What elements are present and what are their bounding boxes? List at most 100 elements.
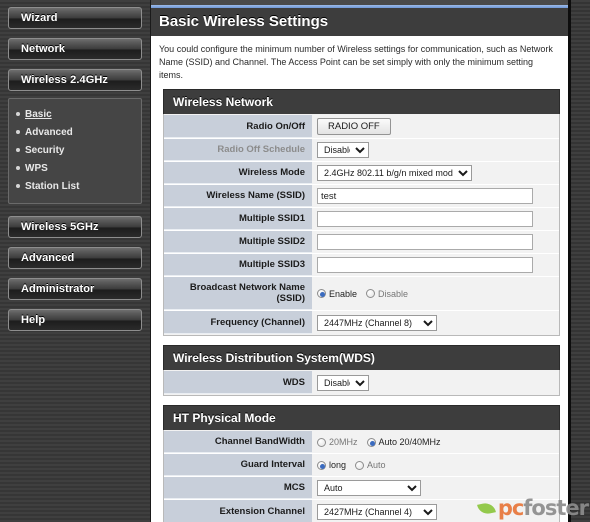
page-description: You could configure the minimum number o… xyxy=(159,44,553,80)
option-label: Enable xyxy=(329,288,358,299)
row-label: MCS xyxy=(164,477,312,499)
sidebar-item-wireless-5ghz[interactable]: Wireless 5GHz xyxy=(8,216,142,238)
row-label: Frequency (Channel) xyxy=(164,311,312,334)
submenu-item-station-list[interactable]: Station List xyxy=(9,178,141,196)
submenu-item-security[interactable]: Security xyxy=(9,142,141,160)
wds-panel: Wireless Distribution System(WDS) WDS Di… xyxy=(163,345,560,396)
multiple-ssid2-input[interactable] xyxy=(317,234,533,250)
right-edge-texture xyxy=(568,0,590,522)
option-label: Auto 20/40MHz xyxy=(378,437,441,447)
settings-content: Wireless Network Radio On/Off RADIO OFF … xyxy=(151,89,568,522)
pcfoster-watermark: pcfoster xyxy=(476,496,589,520)
guard-interval-option-long[interactable]: long xyxy=(317,460,346,470)
row-label-line2: (SSID) xyxy=(276,293,306,304)
row-radio-off-schedule: Radio Off Schedule Disable xyxy=(164,139,559,162)
bullet-icon xyxy=(16,148,20,152)
radio-off-schedule-select[interactable]: Disable xyxy=(317,142,369,158)
submenu-item-advanced[interactable]: Advanced xyxy=(9,124,141,142)
ssid-input[interactable] xyxy=(317,188,533,204)
multiple-ssid1-input[interactable] xyxy=(317,211,533,227)
submenu-item-wps[interactable]: WPS xyxy=(9,160,141,178)
sidebar-item-label: Help xyxy=(21,314,46,326)
extension-channel-select[interactable]: 2427MHz (Channel 4) xyxy=(317,503,437,520)
row-label: Multiple SSID3 xyxy=(164,254,312,276)
option-label: Auto xyxy=(367,460,386,470)
radio-dot-icon xyxy=(317,460,326,470)
row-label: Channel BandWidth xyxy=(164,431,312,453)
row-label: Multiple SSID2 xyxy=(164,231,312,253)
broadcast-ssid-option-enable[interactable]: Enable xyxy=(317,289,357,299)
sidebar: Wizard Network Wireless 2.4GHz Basic Adv… xyxy=(0,0,150,522)
row-label: Wireless Mode xyxy=(164,162,312,184)
leaf-icon xyxy=(476,500,496,516)
channel-bandwidth-radio-group: 20MHz Auto 20/40MHz xyxy=(317,437,441,447)
multiple-ssid3-input[interactable] xyxy=(317,257,533,273)
submenu-item-label: Basic xyxy=(25,109,52,120)
broadcast-ssid-radio-group: Enable Disable xyxy=(317,289,408,299)
sidebar-item-label: Wizard xyxy=(21,12,58,24)
wireless-network-panel: Wireless Network Radio On/Off RADIO OFF … xyxy=(163,89,560,336)
row-wds: WDS Disable xyxy=(164,371,559,394)
submenu-item-label: Security xyxy=(25,145,65,156)
row-label: Extension Channel xyxy=(164,500,312,522)
page-title: Basic Wireless Settings xyxy=(151,8,568,36)
bullet-icon xyxy=(16,166,20,170)
submenu-item-label: Station List xyxy=(25,181,80,192)
watermark-text-foster: foster xyxy=(523,496,589,520)
radio-dot-icon xyxy=(366,437,376,447)
row-label: Wireless Name (SSID) xyxy=(164,185,312,207)
guard-interval-option-auto[interactable]: Auto xyxy=(355,460,386,470)
guard-interval-radio-group: long Auto xyxy=(317,460,386,470)
row-frequency-channel: Frequency (Channel) 2447MHz (Channel 8) xyxy=(164,311,559,334)
sidebar-item-advanced[interactable]: Advanced xyxy=(8,247,142,269)
sidebar-item-administrator[interactable]: Administrator xyxy=(8,278,142,300)
watermark-text-pc: pc xyxy=(497,496,525,520)
frequency-channel-select[interactable]: 2447MHz (Channel 8) xyxy=(317,314,437,331)
row-ssid: Wireless Name (SSID) xyxy=(164,185,559,208)
option-label: 20MHz xyxy=(329,437,358,447)
section-header: Wireless Network xyxy=(163,89,560,114)
channel-bandwidth-option-auto[interactable]: Auto 20/40MHz xyxy=(366,437,441,447)
row-label: WDS xyxy=(164,371,312,394)
wireless-mode-select[interactable]: 2.4GHz 802.11 b/g/n mixed mode xyxy=(317,165,472,181)
sidebar-item-label: Network xyxy=(21,43,66,55)
row-channel-bandwidth: Channel BandWidth 20MHz Auto 20/40MHz xyxy=(164,431,559,454)
broadcast-ssid-option-disable[interactable]: Disable xyxy=(366,289,408,299)
row-wireless-mode: Wireless Mode 2.4GHz 802.11 b/g/n mixed … xyxy=(164,162,559,185)
row-label: Multiple SSID1 xyxy=(164,208,312,230)
radio-dot-icon xyxy=(317,289,326,298)
row-radio-onoff: Radio On/Off RADIO OFF xyxy=(164,115,559,139)
wds-select[interactable]: Disable xyxy=(317,374,369,391)
bullet-icon xyxy=(16,112,20,116)
main-content-panel: Basic Wireless Settings You could config… xyxy=(150,0,568,522)
mcs-select[interactable]: Auto xyxy=(317,480,421,496)
row-label: Radio Off Schedule xyxy=(164,139,312,161)
option-label: Disable xyxy=(378,288,409,299)
radio-dot-icon xyxy=(317,437,326,447)
sidebar-item-wireless-24ghz[interactable]: Wireless 2.4GHz xyxy=(8,69,142,91)
submenu-item-basic[interactable]: Basic xyxy=(9,106,141,124)
sidebar-item-label: Wireless 5GHz xyxy=(21,221,99,233)
option-label: long xyxy=(329,460,347,470)
row-label: Broadcast Network Name (SSID) xyxy=(164,277,312,310)
sidebar-item-network[interactable]: Network xyxy=(8,38,142,60)
bullet-icon xyxy=(16,130,20,134)
channel-bandwidth-option-20mhz[interactable]: 20MHz xyxy=(317,437,358,447)
row-multiple-ssid1: Multiple SSID1 xyxy=(164,208,559,231)
radio-dot-icon xyxy=(355,460,365,470)
bullet-icon xyxy=(16,184,20,188)
wireless-24ghz-submenu: Basic Advanced Security WPS Station List xyxy=(8,98,142,204)
sidebar-item-help[interactable]: Help xyxy=(8,309,142,331)
row-guard-interval: Guard Interval long Auto xyxy=(164,454,559,477)
sidebar-item-label: Advanced xyxy=(21,252,75,264)
sidebar-item-label: Administrator xyxy=(21,283,95,295)
row-broadcast-ssid: Broadcast Network Name (SSID) Enable Dis… xyxy=(164,277,559,311)
row-multiple-ssid3: Multiple SSID3 xyxy=(164,254,559,277)
row-label-line1: Broadcast Network Name xyxy=(189,282,305,293)
submenu-item-label: Advanced xyxy=(25,127,73,138)
row-label: Radio On/Off xyxy=(164,115,312,138)
section-header: HT Physical Mode xyxy=(163,405,560,430)
radio-off-button[interactable]: RADIO OFF xyxy=(317,118,391,135)
submenu-item-label: WPS xyxy=(25,163,48,174)
sidebar-item-wizard[interactable]: Wizard xyxy=(8,7,142,29)
